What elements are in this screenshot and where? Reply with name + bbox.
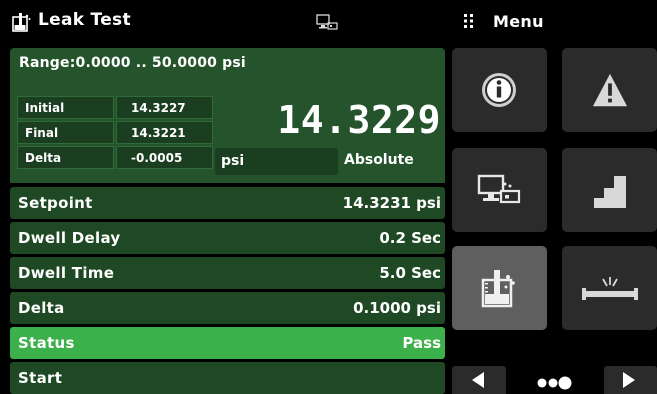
leak-test-beaker-icon [481,270,515,308]
row-value: 0.2 Sec [379,229,441,247]
title-bar: Leak Test [0,0,447,42]
leak-test-panel: Range:0.0000 .. 50.0000 psi Initial 14.3… [10,48,445,394]
measurement-value: 14.3221 [116,121,213,144]
row-value: 5.0 Sec [379,264,441,282]
triangle-left-icon [472,372,484,388]
start-button[interactable]: Start [10,362,445,394]
row-label: Start [18,369,63,387]
leak-test-beaker-icon [12,13,31,32]
measurement-label: Initial [17,96,114,119]
warning-icon [592,73,628,107]
triangle-right-icon [623,372,635,388]
pressure-reading: 14.3229 [277,98,441,142]
dwell-time-row[interactable]: Dwell Time 5.0 Sec [10,257,445,289]
pressure-mode[interactable]: Absolute [344,152,414,168]
setpoint-row[interactable]: Setpoint 14.3231 psi [10,187,445,219]
step-staircase-icon [594,176,626,208]
pipe-burst-icon [582,277,638,300]
row-value: 0.1000 psi [353,299,441,317]
measurement-label: Final [17,121,114,144]
row-label: Setpoint [18,194,93,212]
alarm-button[interactable] [562,48,657,132]
grip-dots-icon [464,14,473,28]
unit-selector[interactable]: psi [215,148,338,175]
dwell-delay-row[interactable]: Dwell Delay 0.2 Sec [10,222,445,254]
row-label: Delta [18,299,65,317]
page-title: Leak Test [38,10,131,30]
row-value: 14.3231 psi [342,194,441,212]
next-page-button[interactable] [604,366,657,394]
status-row: Status Pass [10,327,445,359]
remote-connection-icon [316,14,338,30]
row-label: Dwell Time [18,264,115,282]
measurement-value: -0.0005 [116,146,213,169]
measurement-label: Delta [17,146,114,169]
leak-test-button[interactable] [452,246,547,330]
reading-block: Range:0.0000 .. 50.0000 psi Initial 14.3… [10,48,445,183]
range-label: Range:0.0000 .. 50.0000 psi [19,55,246,71]
step-button[interactable] [562,148,657,232]
burst-test-button[interactable] [562,246,657,330]
info-button[interactable] [452,48,547,132]
menu-label: Menu [493,12,544,31]
remote-connection-icon [477,174,521,204]
delta-row[interactable]: Delta 0.1000 psi [10,292,445,324]
page-dots-icon [537,376,572,390]
status-badge: Pass [402,334,441,352]
menu-header[interactable]: Menu [447,0,657,42]
prev-page-button[interactable] [452,366,506,394]
info-icon [482,73,516,107]
remote-button[interactable] [452,148,547,232]
row-label: Status [18,334,75,352]
row-label: Dwell Delay [18,229,121,247]
measurement-value: 14.3227 [116,96,213,119]
